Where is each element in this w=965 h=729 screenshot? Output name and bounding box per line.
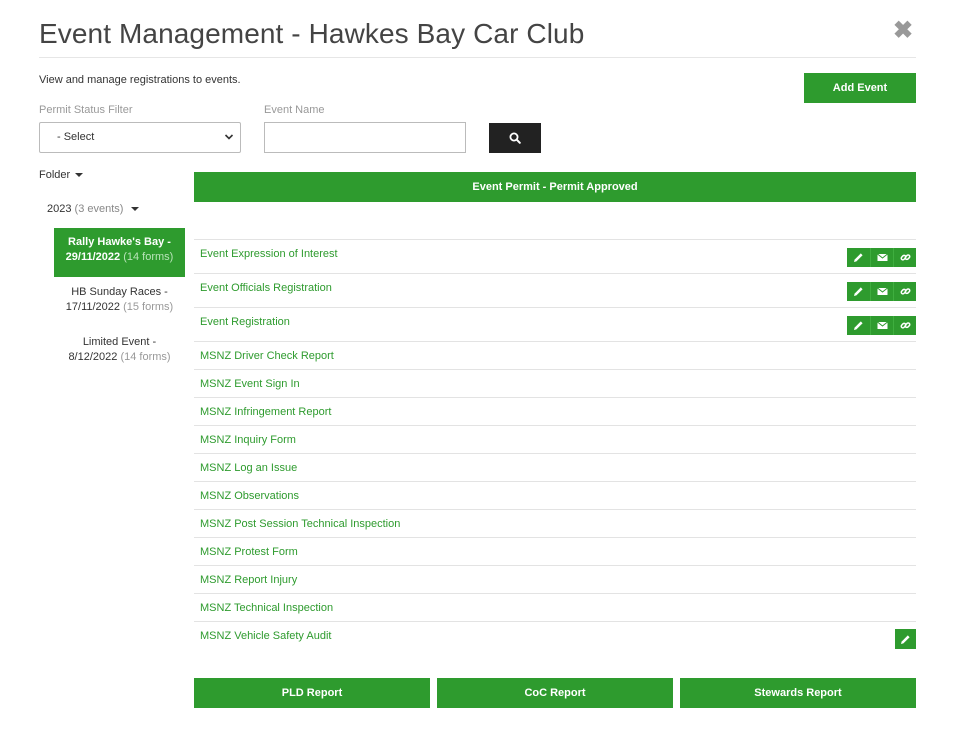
year-label: 2023 [47, 203, 72, 215]
close-icon[interactable]: ✖ [893, 19, 913, 43]
form-link[interactable]: MSNZ Inquiry Form [194, 434, 296, 446]
event-form-count: (14 forms) [120, 351, 171, 363]
form-row: MSNZ Event Sign In [194, 369, 916, 397]
form-link[interactable]: MSNZ Driver Check Report [194, 350, 334, 362]
title-divider [39, 57, 916, 58]
form-row: MSNZ Driver Check Report [194, 341, 916, 369]
form-row: MSNZ Post Session Technical Inspection [194, 509, 916, 537]
chevron-down-icon [224, 134, 234, 140]
event-name-label: Event Name [264, 104, 325, 116]
form-link[interactable]: MSNZ Report Injury [194, 574, 297, 586]
year-event-count: (3 events) [74, 203, 124, 215]
form-row: MSNZ Technical Inspection [194, 593, 916, 621]
form-link[interactable]: MSNZ Post Session Technical Inspection [194, 518, 400, 530]
folder-dropdown[interactable]: Folder [39, 169, 84, 181]
report-buttons: PLD Report CoC Report Stewards Report [194, 678, 916, 708]
form-row: MSNZ Vehicle Safety Audit [194, 621, 916, 655]
year-group-toggle[interactable]: 2023 (3 events) [47, 203, 140, 215]
permit-status-select-value: - Select [57, 131, 95, 143]
form-row: MSNZ Log an Issue [194, 453, 916, 481]
form-row: MSNZ Protest Form [194, 537, 916, 565]
form-actions [847, 316, 916, 335]
envelope-icon [876, 253, 888, 261]
search-icon [509, 132, 521, 144]
form-link[interactable]: MSNZ Technical Inspection [194, 602, 333, 614]
form-link[interactable]: Event Expression of Interest [194, 248, 338, 260]
form-link[interactable]: Event Officials Registration [194, 282, 332, 294]
form-actions [847, 282, 916, 301]
copy-link-button[interactable] [893, 316, 916, 335]
page-subtitle: View and manage registrations to events. [39, 74, 241, 86]
form-actions [847, 248, 916, 267]
pencil-icon [901, 634, 910, 644]
sidebar-event-hb-sunday-races[interactable]: HB Sunday Races - 17/11/2022 (15 forms) [54, 278, 185, 322]
form-link[interactable]: MSNZ Log an Issue [194, 462, 297, 474]
folder-label: Folder [39, 169, 71, 181]
copy-link-button[interactable] [893, 248, 916, 267]
event-form-count: (15 forms) [123, 301, 174, 313]
form-row: Event Expression of Interest [194, 239, 916, 273]
sidebar-event-limited-event[interactable]: Limited Event - 8/12/2022 (14 forms) [54, 328, 185, 372]
copy-link-button[interactable] [893, 282, 916, 301]
caret-down-icon [131, 207, 140, 212]
permit-status-select[interactable]: - Select [39, 122, 241, 153]
link-icon [900, 254, 910, 261]
search-button[interactable] [489, 123, 541, 153]
form-link[interactable]: Event Registration [194, 316, 290, 328]
form-row: MSNZ Observations [194, 481, 916, 509]
edit-button[interactable] [847, 316, 870, 335]
form-link[interactable]: MSNZ Vehicle Safety Audit [194, 630, 331, 642]
form-row: Event Officials Registration [194, 273, 916, 307]
event-name-input[interactable] [264, 122, 466, 153]
page-title: Event Management - Hawkes Bay Car Club [39, 18, 585, 49]
form-link[interactable]: MSNZ Infringement Report [194, 406, 331, 418]
pld-report-button[interactable]: PLD Report [194, 678, 430, 708]
pencil-icon [854, 321, 863, 330]
form-row: MSNZ Infringement Report [194, 397, 916, 425]
envelope-icon [876, 321, 888, 329]
edit-button[interactable] [847, 282, 870, 301]
sidebar-event-rally-hawkes-bay[interactable]: Rally Hawke's Bay - 29/11/2022 (14 forms… [54, 228, 185, 277]
form-row: Event Registration [194, 307, 916, 341]
envelope-icon [876, 287, 888, 295]
link-icon [900, 288, 910, 295]
form-link[interactable]: MSNZ Observations [194, 490, 299, 502]
permit-status-filter-label: Permit Status Filter [39, 104, 133, 116]
link-icon [900, 322, 910, 329]
form-link[interactable]: MSNZ Protest Form [194, 546, 298, 558]
form-link[interactable]: MSNZ Event Sign In [194, 378, 300, 390]
caret-down-icon [75, 173, 84, 178]
email-button[interactable] [870, 282, 893, 301]
email-button[interactable] [870, 248, 893, 267]
event-form-count: (14 forms) [123, 251, 174, 263]
edit-button[interactable] [847, 248, 870, 267]
pencil-icon [854, 253, 863, 262]
edit-button[interactable] [895, 629, 916, 649]
form-row: MSNZ Inquiry Form [194, 425, 916, 453]
email-button[interactable] [870, 316, 893, 335]
permit-status-banner: Event Permit - Permit Approved [194, 172, 916, 202]
form-row: MSNZ Report Injury [194, 565, 916, 593]
add-event-button[interactable]: Add Event [804, 73, 916, 103]
coc-report-button[interactable]: CoC Report [437, 678, 673, 708]
pencil-icon [854, 287, 863, 296]
stewards-report-button[interactable]: Stewards Report [680, 678, 916, 708]
forms-list: Event Expression of Interest Event Offic… [194, 239, 916, 655]
